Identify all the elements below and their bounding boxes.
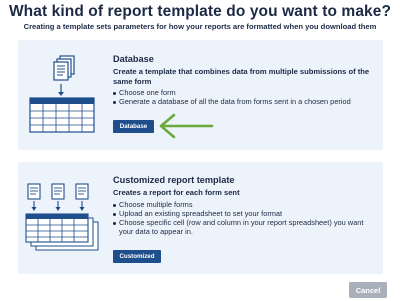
multiple-forms-to-spreadsheet-icon [25, 183, 99, 251]
database-option-card[interactable]: Database Create a template that combines… [18, 40, 383, 150]
page-title: What kind of report template do you want… [8, 3, 392, 20]
customized-option-card[interactable]: Customized report template Creates a rep… [18, 162, 383, 274]
database-heading: Database [113, 54, 154, 64]
arrow-left-icon [159, 113, 214, 139]
page-subtitle: Creating a template sets parameters for … [23, 22, 377, 31]
list-item: Generate a database of all the data from… [113, 97, 378, 106]
list-item: Upload an existing spreadsheet to set yo… [113, 209, 375, 218]
cancel-button[interactable]: Cancel [349, 282, 387, 298]
customized-bullet-list: Choose multiple forms Upload an existing… [113, 200, 375, 236]
customized-heading: Customized report template [113, 175, 235, 185]
customized-description: Creates a report for each form sent [113, 188, 240, 197]
list-item: Choose one form [113, 88, 378, 97]
list-item: Choose specific cell (row and column in … [113, 218, 375, 236]
database-bullet-list: Choose one form Generate a database of a… [113, 88, 378, 106]
customized-button[interactable]: Customized [113, 250, 161, 263]
database-description: Create a template that combines data fro… [113, 67, 370, 86]
list-item: Choose multiple forms [113, 200, 375, 209]
database-button[interactable]: Database [113, 120, 154, 133]
stacked-forms-to-database-icon [29, 55, 95, 133]
